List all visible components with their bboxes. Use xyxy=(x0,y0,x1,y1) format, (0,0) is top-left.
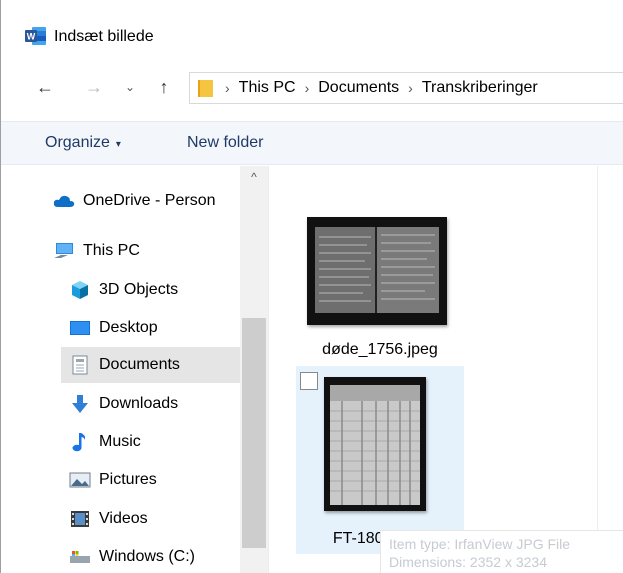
nav-item-windows-c[interactable]: Windows (C:) xyxy=(69,539,239,573)
navigation-pane: OneDrive - Person This PC 3D Objects Des… xyxy=(1,166,269,573)
breadcrumb-transkriberinger[interactable]: Transkriberinger xyxy=(422,79,538,97)
up-arrow-icon[interactable]: ↑ xyxy=(150,72,178,102)
download-arrow-icon xyxy=(69,394,91,414)
image-thumbnail xyxy=(324,377,426,511)
nav-item-label: OneDrive - Person xyxy=(83,192,216,209)
file-name: døde_1756.jpeg xyxy=(322,341,438,358)
file-info-tooltip: Item type: IrfanView JPG File Dimensions… xyxy=(380,530,623,573)
file-select-checkbox[interactable] xyxy=(300,372,318,390)
nav-item-label: Downloads xyxy=(99,395,179,412)
desktop-icon xyxy=(69,318,91,338)
navigation-row: ← → ⌄ ↑ › This PC › Documents › Transkri… xyxy=(1,64,623,110)
organize-button[interactable]: Organize ▾ xyxy=(45,134,121,152)
nav-item-label: Windows (C:) xyxy=(99,548,196,565)
file-item-ft-1801[interactable]: FT-1801.jpeg xyxy=(296,366,464,554)
nav-item-desktop[interactable]: Desktop xyxy=(69,310,239,346)
cube-icon xyxy=(69,280,91,300)
tooltip-item-type: Item type: IrfanView JPG File xyxy=(389,536,571,552)
word-icon-letter: W xyxy=(27,32,36,42)
drive-icon xyxy=(69,547,91,567)
file-item-dode-1756[interactable]: døde_1756.jpeg xyxy=(296,210,464,360)
film-icon xyxy=(69,509,91,529)
nav-item-label: 3D Objects xyxy=(99,281,179,298)
cloud-icon xyxy=(53,191,75,211)
window-title: Indsæt billede xyxy=(54,28,154,45)
image-thumbnail xyxy=(307,217,447,325)
nav-item-3d-objects[interactable]: 3D Objects xyxy=(69,272,239,308)
chevron-down-icon[interactable]: ⌄ xyxy=(116,72,144,102)
breadcrumb-separator: › xyxy=(304,80,310,96)
nav-item-onedrive[interactable]: OneDrive - Person xyxy=(53,183,239,219)
title-bar: W Indsæt billede xyxy=(1,0,623,60)
folder-icon xyxy=(198,80,213,97)
caret-down-icon: ▾ xyxy=(115,139,121,150)
nav-item-label: Documents xyxy=(99,356,180,373)
command-bar: Organize ▾ New folder xyxy=(1,121,623,165)
breadcrumb-this-pc[interactable]: This PC xyxy=(239,79,296,97)
file-list: døde_1756.jpeg xyxy=(270,166,623,573)
picture-icon xyxy=(69,470,91,490)
new-folder-button[interactable]: New folder xyxy=(187,134,263,152)
organize-label: Organize xyxy=(45,134,110,151)
tooltip-dimensions: Dimensions: 2352 x 3234 xyxy=(389,554,547,570)
word-icon: W xyxy=(25,27,46,45)
nav-item-pictures[interactable]: Pictures xyxy=(69,462,239,498)
nav-item-label: Desktop xyxy=(99,319,158,336)
document-icon xyxy=(69,355,91,375)
nav-item-music[interactable]: Music xyxy=(69,424,239,460)
computer-icon xyxy=(53,241,75,261)
breadcrumb-separator: › xyxy=(408,80,413,96)
back-arrow-icon[interactable]: ← xyxy=(31,72,59,102)
nav-item-label: Music xyxy=(99,433,141,450)
breadcrumb-separator: › xyxy=(225,80,230,96)
nav-item-label: Videos xyxy=(99,510,148,527)
nav-item-documents[interactable]: Documents xyxy=(61,347,240,383)
scroll-thumb[interactable] xyxy=(242,318,266,548)
nav-item-label: This PC xyxy=(83,242,140,259)
scroll-up-icon[interactable]: ^ xyxy=(240,170,268,190)
nav-item-downloads[interactable]: Downloads xyxy=(69,386,239,422)
nav-item-videos[interactable]: Videos xyxy=(69,501,239,537)
nav-pane-scrollbar[interactable]: ^ xyxy=(240,166,268,573)
column-divider xyxy=(597,166,598,573)
music-note-icon xyxy=(69,432,91,452)
forward-arrow-icon[interactable]: → xyxy=(80,72,108,102)
nav-item-label: Pictures xyxy=(99,471,157,488)
breadcrumb-documents[interactable]: Documents xyxy=(318,79,399,97)
nav-item-this-pc[interactable]: This PC xyxy=(53,233,239,269)
address-bar[interactable]: › This PC › Documents › Transkriberinger xyxy=(189,72,623,104)
insert-picture-dialog: W Indsæt billede ← → ⌄ ↑ › This PC › Doc… xyxy=(0,0,623,573)
